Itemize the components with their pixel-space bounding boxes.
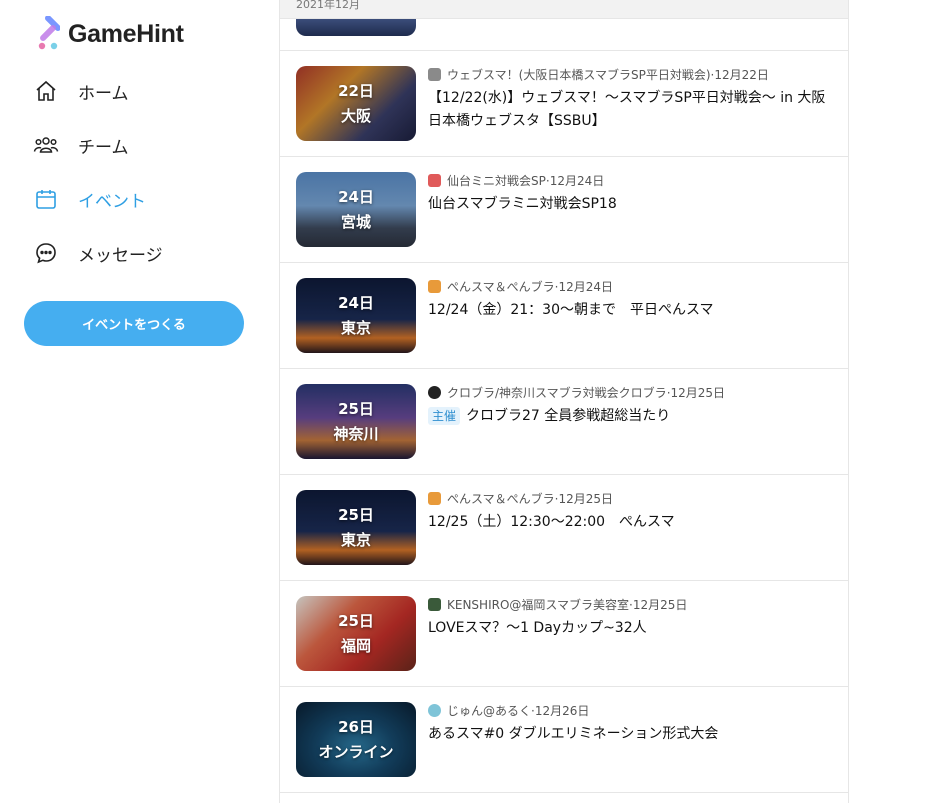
event-organizer: 仙台ミニ対戦会SP bbox=[447, 174, 546, 188]
event-place: 東京 bbox=[340, 318, 371, 337]
event-place: 大阪 bbox=[340, 106, 371, 125]
list-item[interactable]: 25日 福岡 KENSHIRO@福岡スマブラ美容室 · 12月25日 LOVEスマ？… bbox=[280, 581, 848, 687]
sidebar-item-label: ホーム bbox=[78, 83, 129, 104]
event-thumbnail: 26日 オンライン bbox=[296, 702, 416, 777]
logo[interactable]: GameHint bbox=[36, 14, 184, 54]
organizer-avatar-icon bbox=[428, 68, 441, 81]
event-day: 24日 bbox=[338, 187, 374, 206]
event-place: 東京 bbox=[340, 530, 371, 549]
month-header-label: 2021年12月 bbox=[296, 0, 360, 11]
event-place: 福岡 bbox=[340, 636, 371, 655]
event-meta: ぺんスマ＆ぺんブラ · 12月25日 bbox=[428, 490, 613, 507]
event-date: 12月24日 bbox=[549, 174, 605, 188]
app-name: GameHint bbox=[68, 19, 184, 48]
organizer-avatar-icon bbox=[428, 492, 441, 505]
list-item[interactable]: 25日 東京 ぺんスマ＆ぺんブラ · 12月25日 12/25（土）12:30～22… bbox=[280, 475, 848, 581]
event-title: あるスマ#0 ダブルエリミネーション形式大会 bbox=[428, 726, 719, 742]
organizer-avatar-icon bbox=[428, 280, 441, 293]
event-meta: 仙台ミニ対戦会SP · 12月24日 bbox=[428, 172, 604, 189]
sidebar-item-label: イベント bbox=[78, 191, 146, 212]
list-item[interactable] bbox=[280, 19, 848, 51]
event-meta: KENSHIRO@福岡スマブラ美容室 · 12月25日 bbox=[428, 596, 687, 613]
sidebar-item-label: チーム bbox=[78, 137, 129, 158]
event-date: 12月25日 bbox=[558, 492, 614, 506]
event-thumbnail: 25日 神奈川 bbox=[296, 384, 416, 459]
gamehint-logo-icon bbox=[38, 16, 60, 50]
event-feed: 2021年12月 22日 大阪 ウェブスマ！(大阪日本橋スマブラSP平日対戦会)… bbox=[279, 0, 849, 803]
event-day: 24日 bbox=[338, 293, 374, 312]
sidebar: GameHint ホーム チーム イベント メッセージ イベントをつくる bbox=[0, 0, 280, 803]
event-date: 12月26日 bbox=[534, 704, 590, 718]
list-item[interactable]: 24日 東京 ぺんスマ＆ぺんブラ · 12月24日 12/24（金）21：30～朝ま… bbox=[280, 263, 848, 369]
team-icon bbox=[32, 131, 60, 159]
month-header: 2021年12月 bbox=[280, 0, 848, 19]
message-icon bbox=[32, 239, 60, 267]
list-item[interactable]: 24日 宮城 仙台ミニ対戦会SP · 12月24日 仙台スマブラミニ対戦会SP18 bbox=[280, 157, 848, 263]
event-date: 12月22日 bbox=[714, 68, 769, 82]
list-item[interactable]: 22日 大阪 ウェブスマ！(大阪日本橋スマブラSP平日対戦会) · 12月22日 【… bbox=[280, 51, 848, 157]
event-thumbnail: 24日 宮城 bbox=[296, 172, 416, 247]
host-badge: 主催 bbox=[428, 407, 461, 425]
sidebar-item-team[interactable]: チーム bbox=[32, 118, 163, 172]
event-title: 12/25（土）12:30～22:00 ぺんスマ bbox=[428, 514, 675, 530]
event-day: 25日 bbox=[338, 399, 374, 418]
event-meta: クロブラ/神奈川スマブラ対戦会クロブラ · 12月25日 bbox=[428, 384, 725, 401]
list-item[interactable]: 25日 神奈川 クロブラ/神奈川スマブラ対戦会クロブラ · 12月25日 主催 クロブ… bbox=[280, 369, 848, 475]
event-thumbnail bbox=[296, 19, 416, 36]
event-title: クロブラ27 全員参戦超総当たり bbox=[466, 408, 671, 424]
organizer-avatar-icon bbox=[428, 386, 441, 399]
event-thumbnail: 25日 東京 bbox=[296, 490, 416, 565]
event-meta: ぺんスマ＆ぺんブラ · 12月24日 bbox=[428, 278, 613, 295]
event-title-line: 主催 クロブラ27 全員参戦超総当たり bbox=[428, 405, 833, 428]
home-icon bbox=[32, 77, 60, 105]
event-meta: ウェブスマ！(大阪日本橋スマブラSP平日対戦会) · 12月22日 bbox=[428, 66, 769, 83]
event-place: 宮城 bbox=[340, 212, 371, 231]
create-event-button[interactable]: イベントをつくる bbox=[24, 301, 244, 346]
event-title: 【12/22(水)】ウェブスマ！～スマブラSP平日対戦会～ in 大阪日本橋ウェ… bbox=[428, 90, 826, 129]
event-date: 12月24日 bbox=[558, 280, 614, 294]
event-date: 12月25日 bbox=[632, 598, 688, 612]
event-organizer: じゅん@あるく bbox=[447, 704, 532, 718]
sidebar-item-home[interactable]: ホーム bbox=[32, 64, 163, 118]
calendar-icon bbox=[32, 185, 60, 213]
event-thumbnail: 22日 大阪 bbox=[296, 66, 416, 141]
sidebar-item-message[interactable]: メッセージ bbox=[32, 226, 163, 280]
event-thumbnail: 25日 福岡 bbox=[296, 596, 416, 671]
event-date: 12月25日 bbox=[670, 386, 726, 400]
event-thumbnail: 24日 東京 bbox=[296, 278, 416, 353]
event-day: 25日 bbox=[338, 505, 374, 524]
event-title: 仙台スマブラミニ対戦会SP18 bbox=[428, 196, 617, 212]
sidebar-item-label: メッセージ bbox=[78, 245, 163, 266]
sidebar-nav: ホーム チーム イベント メッセージ bbox=[32, 64, 163, 280]
event-organizer: クロブラ/神奈川スマブラ対戦会クロブラ bbox=[447, 386, 667, 400]
event-organizer: ぺんスマ＆ぺんブラ bbox=[447, 280, 555, 294]
event-organizer: KENSHIRO@福岡スマブラ美容室 bbox=[447, 598, 630, 612]
event-place: 神奈川 bbox=[333, 424, 379, 443]
event-day: 22日 bbox=[338, 81, 374, 100]
event-day: 26日 bbox=[338, 717, 374, 736]
event-day: 25日 bbox=[338, 611, 374, 630]
organizer-avatar-icon bbox=[428, 598, 441, 611]
list-item[interactable]: 26日 オンライン じゅん@あるく · 12月26日 あるスマ#0 ダブルエリミネー… bbox=[280, 687, 848, 793]
event-organizer: ぺんスマ＆ぺんブラ bbox=[447, 492, 555, 506]
event-place: オンライン bbox=[318, 742, 394, 761]
sidebar-item-event[interactable]: イベント bbox=[32, 172, 163, 226]
event-title: 12/24（金）21：30～朝まで 平日ぺんスマ bbox=[428, 302, 714, 318]
organizer-avatar-icon bbox=[428, 704, 441, 717]
event-organizer: ウェブスマ！(大阪日本橋スマブラSP平日対戦会) bbox=[447, 68, 711, 82]
organizer-avatar-icon bbox=[428, 174, 441, 187]
event-meta: じゅん@あるく · 12月26日 bbox=[428, 702, 589, 719]
event-title: LOVEスマ？～1 Dayカップ~32人 bbox=[428, 620, 647, 636]
